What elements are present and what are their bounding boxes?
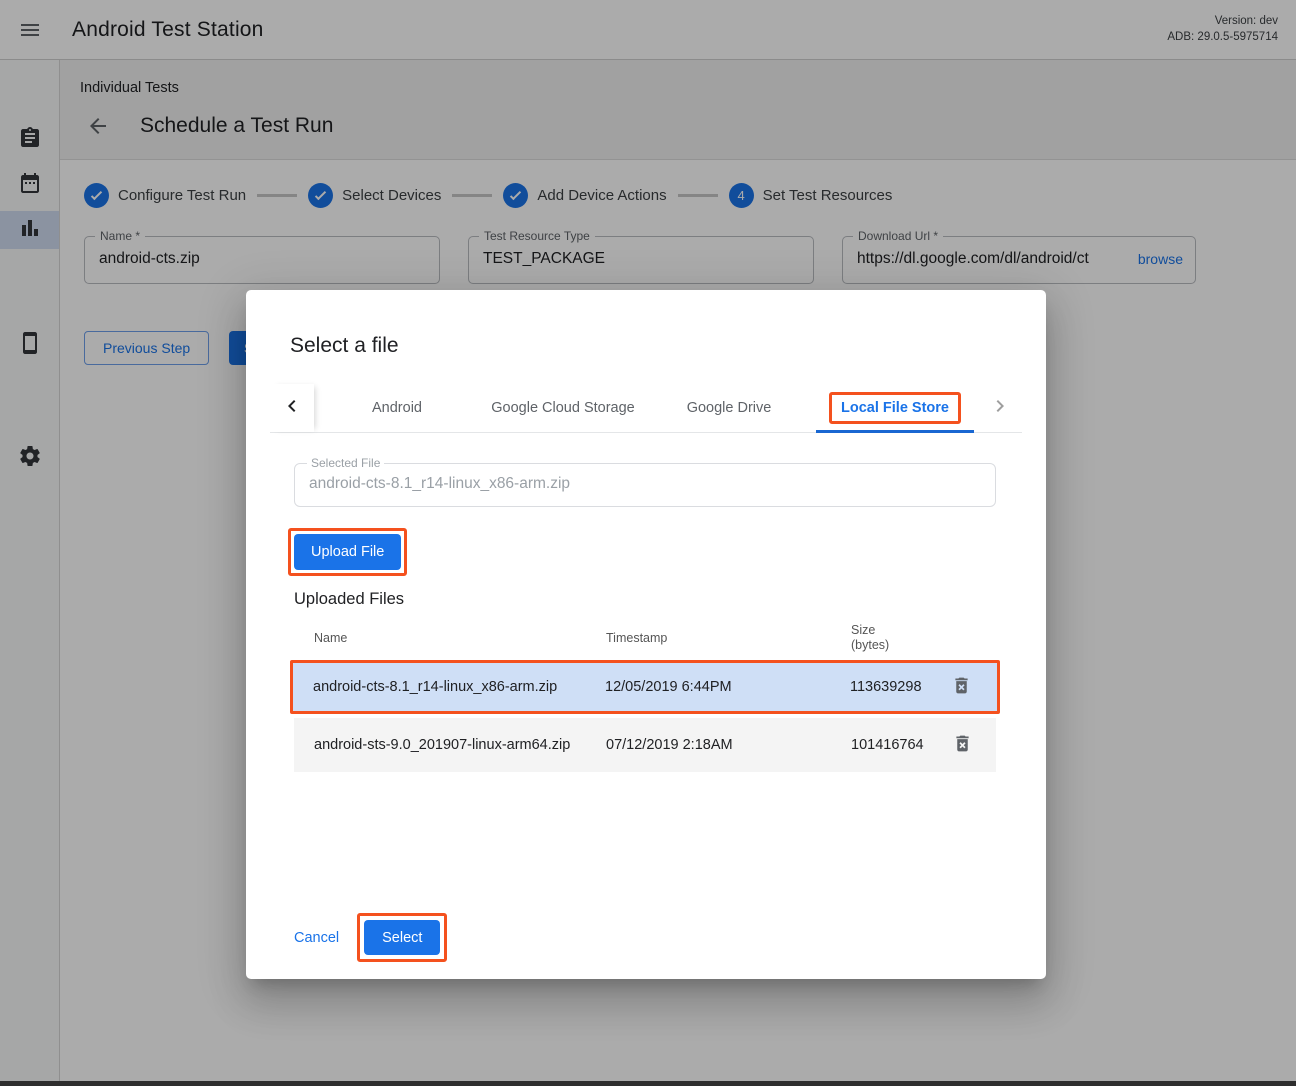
table-header-row: Name Timestamp Size (bytes) (294, 616, 996, 660)
tab-google-drive[interactable]: Google Drive (646, 384, 812, 432)
highlight-box: Local File Store (829, 392, 961, 424)
tab-local-file-store[interactable]: Local File Store (812, 384, 978, 432)
chevron-right-icon (988, 394, 1012, 423)
file-timestamp: 12/05/2019 6:44PM (605, 679, 850, 695)
tab-android[interactable]: Android (314, 384, 480, 432)
delete-file-button[interactable] (944, 670, 978, 704)
table-row-selected[interactable]: android-cts-8.1_r14-linux_x86-arm.zip 12… (293, 663, 997, 711)
highlight-box: android-cts-8.1_r14-linux_x86-arm.zip 12… (290, 660, 1000, 714)
tabs-scroll-left-button[interactable] (270, 384, 314, 432)
file-size: 113639298 (850, 679, 938, 695)
uploaded-files-heading: Uploaded Files (294, 590, 404, 609)
column-header-size: Size (bytes) (851, 623, 939, 653)
select-button[interactable]: Select (364, 920, 440, 955)
file-name: android-cts-8.1_r14-linux_x86-arm.zip (313, 679, 605, 695)
chevron-left-icon (280, 394, 304, 423)
trash-icon (952, 733, 973, 757)
column-header-timestamp: Timestamp (606, 631, 851, 646)
highlight-box: Select (357, 913, 447, 962)
file-size: 101416764 (851, 737, 939, 753)
uploaded-files-table: Name Timestamp Size (bytes) android-cts-… (294, 616, 996, 772)
cancel-button[interactable]: Cancel (282, 922, 351, 954)
highlight-box: Upload File (288, 528, 407, 576)
dialog-title: Select a file (290, 334, 399, 358)
select-file-dialog: Select a file Android Google Cloud Stora… (246, 290, 1046, 979)
field-value: android-cts-8.1_r14-linux_x86-arm.zip (309, 475, 570, 493)
file-timestamp: 07/12/2019 2:18AM (606, 737, 851, 753)
tab-google-cloud-storage[interactable]: Google Cloud Storage (480, 384, 646, 432)
tabs-scroll-right-button[interactable] (978, 384, 1022, 432)
upload-file-button[interactable]: Upload File (294, 534, 401, 570)
table-row[interactable]: android-sts-9.0_201907-linux-arm64.zip 0… (294, 718, 996, 772)
file-name: android-sts-9.0_201907-linux-arm64.zip (314, 737, 606, 753)
column-header-name: Name (314, 631, 606, 646)
file-source-tabs: Android Google Cloud Storage Google Driv… (270, 384, 1022, 433)
field-label: Selected File (307, 456, 384, 470)
selected-file-field[interactable]: Selected File android-cts-8.1_r14-linux_… (294, 463, 996, 507)
delete-file-button[interactable] (945, 728, 979, 762)
trash-icon (951, 675, 972, 699)
